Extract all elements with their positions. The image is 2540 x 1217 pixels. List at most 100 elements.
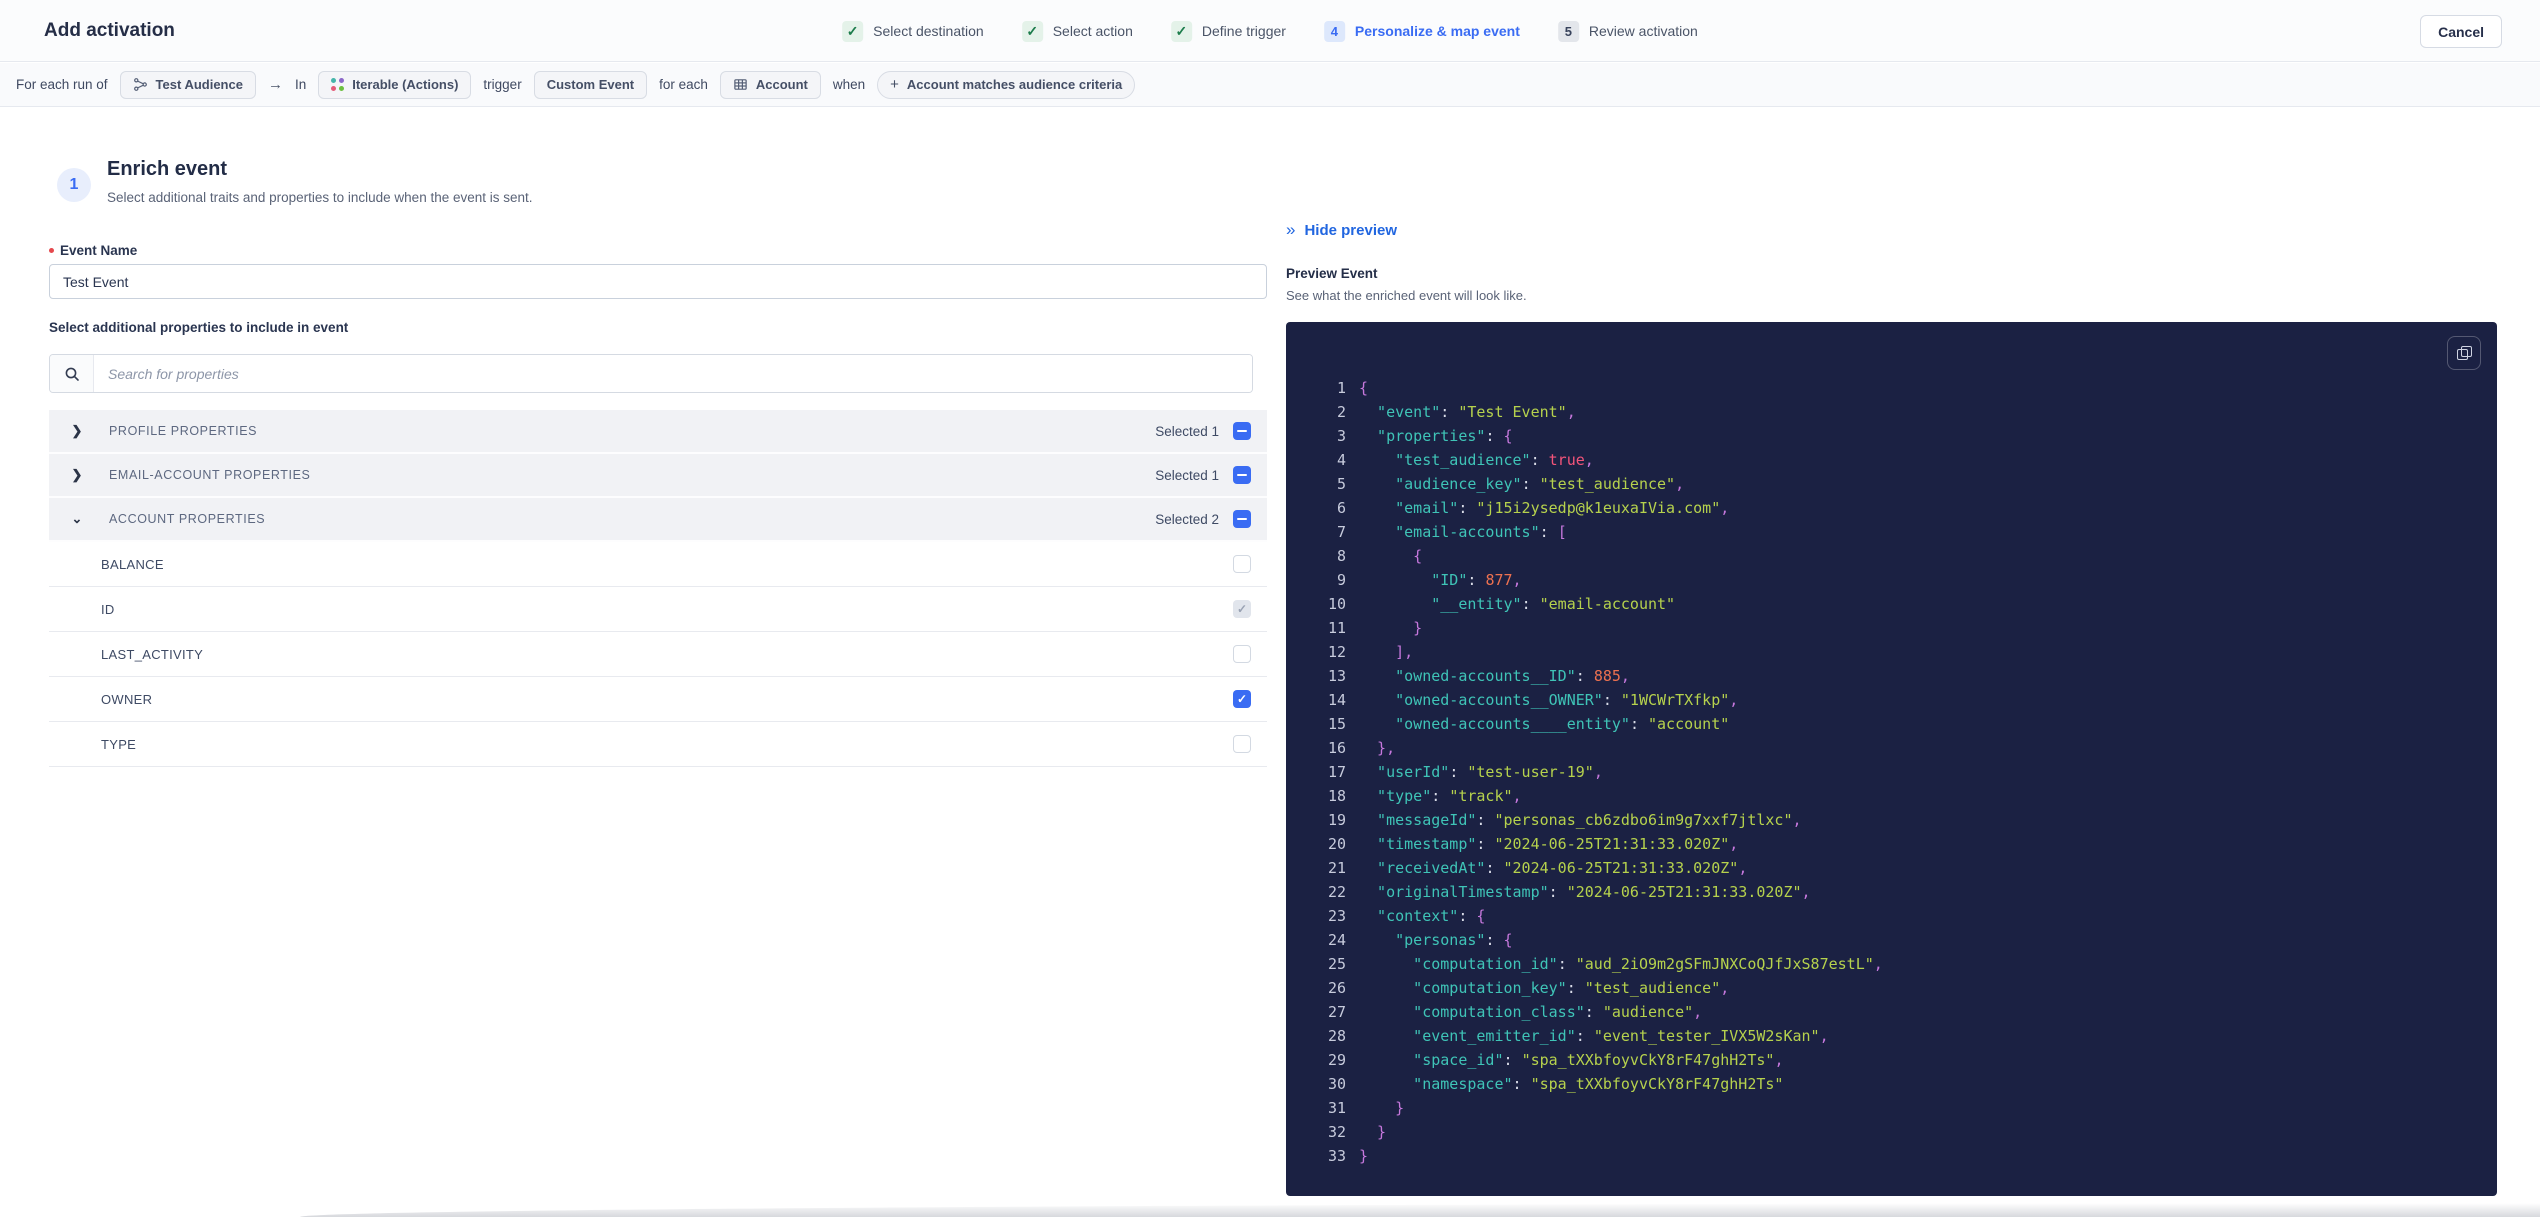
selected-count: Selected 2 [1155,511,1219,527]
code-line: 14 "owned-accounts__OWNER": "1WCWrTXfkp"… [1286,688,2497,712]
search-input[interactable] [94,355,1252,392]
code-tokens: "audience_key": "test_audience", [1359,475,1685,493]
wizard-step-review-activation[interactable]: 5 Review activation [1557,20,1698,42]
copy-button[interactable] [2447,336,2481,370]
trigger-chip-test-audience[interactable]: Test Audience [119,70,256,99]
wizard-step-define-trigger[interactable]: ✓ Define trigger [1170,20,1286,42]
chevron-right-icon: ❯ [71,467,83,482]
step-label: Select destination [873,23,984,39]
code-tokens: "owned-accounts__OWNER": "1WCWrTXfkp", [1359,691,1739,709]
line-number: 17 [1327,763,1346,781]
property-label: BALANCE [101,556,164,572]
code-tokens: "computation_key": "test_audience", [1359,979,1730,997]
property-group-email-account-properties[interactable]: ❯ EMAIL-ACCOUNT PROPERTIES Selected 1 [49,454,1267,498]
group-right: Selected 1 [1155,466,1251,484]
step-label: Personalize & map event [1354,23,1520,39]
code-tokens: "namespace": "spa_tXXbfoyvCkY8rF47ghH2Ts… [1359,1075,1784,1093]
code-tokens: "userId": "test-user-19", [1359,763,1603,781]
property-right: ✓ [1233,600,1251,618]
line-number: 18 [1327,787,1346,805]
wizard-step-select-action[interactable]: ✓ Select action [1021,20,1133,42]
top-bar: Add activation ✓ Select destination ✓ Selec… [0,0,2540,62]
chevron-right-icon: ❯ [71,423,83,438]
property-row-owner[interactable]: OWNER ✓ [49,677,1267,722]
group-label: EMAIL-ACCOUNT PROPERTIES [109,468,311,482]
group-checkbox[interactable] [1233,466,1251,484]
line-number: 32 [1327,1123,1346,1141]
code-tokens: "email-accounts": [ [1359,523,1567,541]
trigger-summary-bar: For each run of Test Audience → In Iterable … [0,63,2540,107]
line-number: 29 [1327,1051,1346,1069]
code-tokens: "event": "Test Event", [1359,403,1576,421]
code-line: 13 "owned-accounts__ID": 885, [1286,664,2497,688]
line-number: 8 [1336,547,1346,565]
trigger-text: In [294,77,307,92]
group-checkbox[interactable] [1233,422,1251,440]
wizard-step-select-destination[interactable]: ✓ Select destination [842,20,984,42]
trigger-chip-account[interactable]: Account [719,70,821,99]
selected-count: Selected 1 [1155,467,1219,483]
property-checkbox[interactable]: ✓ [1233,600,1251,618]
property-row-last_activity[interactable]: LAST_ACTIVITY [49,632,1267,677]
chip-label: Account matches audience criteria [906,77,1123,92]
line-number: 19 [1327,811,1346,829]
code-tokens: { [1359,379,1369,397]
property-right [1233,555,1251,573]
property-label: LAST_ACTIVITY [101,646,204,662]
json-preview: 1{2 "event": "Test Event", 3 "properties"… [1286,376,2497,1168]
code-tokens: "email": "j15i2ysedp@k1euxaIVia.com", [1359,499,1730,517]
code-line: 11 } [1286,616,2497,640]
code-line: 12 ], [1286,640,2497,664]
property-row-type[interactable]: TYPE [49,722,1267,767]
code-line: 10 "__entity": "email-account" [1286,592,2497,616]
property-row-balance[interactable]: BALANCE [49,542,1267,587]
line-number: 16 [1327,739,1346,757]
property-group-account-properties[interactable]: ⌄ ACCOUNT PROPERTIES Selected 2 [49,498,1267,542]
iterable-icon [331,78,345,91]
code-tokens: "test_audience": true, [1359,451,1594,469]
group-label: PROFILE PROPERTIES [109,424,258,438]
step-number-icon: 5 [1557,20,1579,42]
wizard-step-personalize-map-event[interactable]: 4 Personalize & map event [1323,20,1520,42]
trigger-chip-account-matches-audience-criteria[interactable]: + Account matches audience criteria [877,70,1136,99]
code-line: 1{ [1286,376,2497,400]
code-tokens: "messageId": "personas_cb6zdbo6im9g7xxf7… [1359,811,1802,829]
line-number: 13 [1327,667,1346,685]
line-number: 15 [1327,715,1346,733]
line-number: 27 [1327,1003,1346,1021]
trigger-chip-custom-event[interactable]: Custom Event [533,70,648,99]
property-checkbox[interactable]: ✓ [1233,690,1251,708]
section-title: Enrich event [107,158,228,180]
property-checkbox[interactable] [1233,555,1251,573]
code-line: 32 } [1286,1120,2497,1144]
group-label: ACCOUNT PROPERTIES [109,512,266,526]
copy-icon [2456,345,2472,361]
code-line: 26 "computation_key": "test_audience", [1286,976,2497,1000]
trigger-chip-iterable-actions-[interactable]: Iterable (Actions) [318,70,472,99]
code-line: 31 } [1286,1096,2497,1120]
property-row-id[interactable]: ID ✓ [49,587,1267,632]
chip-label: Account [755,77,808,92]
properties-accordion: ❯ PROFILE PROPERTIES Selected 1 ❯ EMAIL-ACCO… [49,410,1267,767]
cancel-button[interactable]: Cancel [2420,15,2502,48]
code-tokens: ], [1359,643,1414,661]
property-right [1233,735,1251,753]
property-group-profile-properties[interactable]: ❯ PROFILE PROPERTIES Selected 1 [49,410,1267,454]
hide-preview-link[interactable]: » Hide preview [1286,220,1397,240]
code-line: 19 "messageId": "personas_cb6zdbo6im9g7x… [1286,808,2497,832]
code-line: 16 }, [1286,736,2497,760]
property-checkbox[interactable] [1233,735,1251,753]
property-label: ID [101,601,115,617]
event-name-input[interactable] [49,264,1267,299]
line-number: 22 [1327,883,1346,901]
code-line: 29 "space_id": "spa_tXXbfoyvCkY8rF47ghH2… [1286,1048,2497,1072]
required-dot-icon [49,248,54,253]
property-checkbox[interactable] [1233,645,1251,663]
code-tokens: } [1359,1099,1405,1117]
line-number: 4 [1336,451,1346,469]
trigger-text: when [832,77,866,92]
group-checkbox[interactable] [1233,510,1251,528]
code-tokens: } [1359,1123,1387,1141]
code-tokens: } [1359,619,1423,637]
arrow-right-icon: → [267,76,283,93]
